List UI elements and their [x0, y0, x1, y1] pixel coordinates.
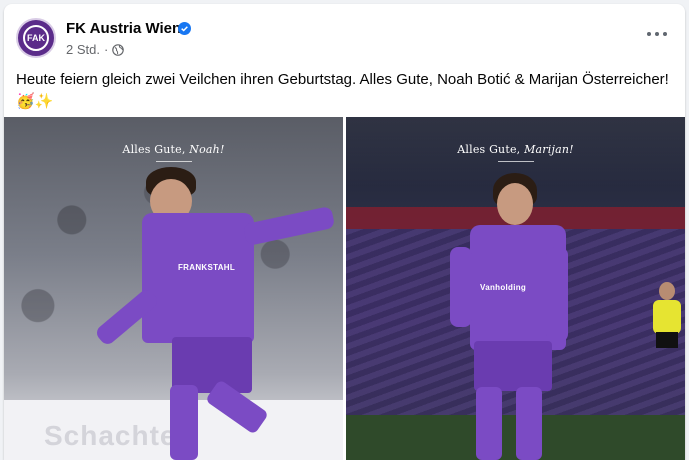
- page-avatar[interactable]: FAK: [16, 18, 56, 58]
- jersey-sponsor: Vanholding: [480, 283, 527, 292]
- photo-noah[interactable]: Schachtel Alles Gute, Noah! FRANKSTAHL: [4, 117, 343, 460]
- post-header: FAK FK Austria Wien 2 Std. ·: [4, 4, 685, 64]
- post-text: Heute feiern gleich zwei Veilchen ihren …: [16, 70, 676, 112]
- post-time[interactable]: 2 Std.: [66, 42, 100, 57]
- jersey-sponsor: FRANKSTAHL: [178, 263, 236, 272]
- meta-separator: ·: [103, 42, 109, 57]
- photo-marijan[interactable]: Alles Gute, Marijan! Vanholding: [346, 117, 685, 460]
- globe-icon: [112, 43, 125, 56]
- verified-badge-icon: [178, 22, 191, 35]
- photo-grid: Schachtel Alles Gute, Noah! FRANKSTAHL A…: [4, 117, 685, 460]
- referee-figure: [653, 282, 681, 362]
- club-crest-icon: FAK: [23, 25, 49, 51]
- page-name[interactable]: FK Austria Wien: [66, 20, 181, 37]
- player-figure: Vanholding: [346, 117, 685, 460]
- post-body: Heute feiern gleich zwei Veilchen ihren …: [16, 71, 669, 88]
- more-options-icon[interactable]: [647, 30, 667, 38]
- player-figure: FRANKSTAHL: [4, 117, 343, 460]
- post-card: FAK FK Austria Wien 2 Std. · Heute feier…: [4, 4, 685, 460]
- post-meta: 2 Std. ·: [66, 42, 125, 57]
- post-emojis: 🥳✨: [16, 93, 54, 110]
